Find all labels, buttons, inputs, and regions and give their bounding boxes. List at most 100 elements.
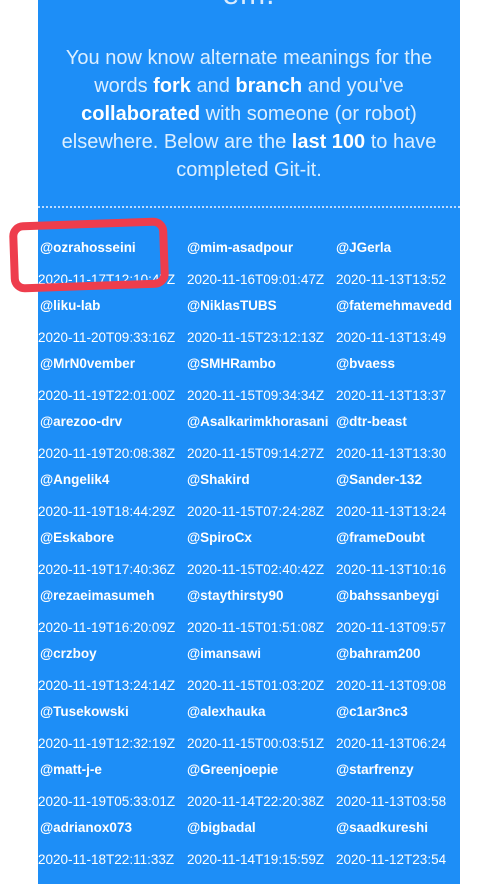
completer-entry: @bigbadal 2020-11-14T19:15:59Z xyxy=(187,817,347,875)
completer-entry: @staythirsty90 2020-11-15T01:51:08Z xyxy=(187,585,347,643)
completer-username-link[interactable]: @Angelik4 xyxy=(38,470,198,490)
completer-username-link[interactable]: @Eskabore xyxy=(38,528,198,548)
completer-entry: @saadkureshi 2020-11-12T23:54 xyxy=(336,817,460,875)
completers-row: @crzboy 2020-11-19T13:24:14Z @imansawi 2020… xyxy=(38,643,460,701)
completer-entry: @fatemehmavedd 2020-11-13T13:49 xyxy=(336,295,460,353)
completer-timestamp: 2020-11-15T01:51:08Z xyxy=(187,620,325,635)
completer-username-link[interactable]: @dtr-beast xyxy=(336,412,460,432)
completer-timestamp: 2020-11-19T13:24:14Z xyxy=(38,678,176,693)
intro-paragraph: You now know alternate meanings for the … xyxy=(44,44,454,184)
intro-bold-last-100: last 100 xyxy=(291,131,366,153)
completer-timestamp: 2020-11-12T23:54 xyxy=(336,852,447,867)
completer-entry: @starfrenzy 2020-11-13T03:58 xyxy=(336,759,460,817)
completer-username-link[interactable]: @staythirsty90 xyxy=(187,586,347,606)
completer-timestamp: 2020-11-13T03:58 xyxy=(336,794,447,809)
completer-timestamp: 2020-11-15T07:24:28Z xyxy=(187,504,325,519)
completer-timestamp: 2020-11-14T19:15:59Z xyxy=(187,852,325,867)
completer-username-link[interactable]: @bahssanbeygi xyxy=(336,586,460,606)
completers-row: @ozrahosseini 2020-11-17T12:10:47Z @mim-as… xyxy=(38,237,460,295)
completer-username-link[interactable]: @Tusekowski xyxy=(38,702,198,722)
completer-timestamp: 2020-11-15T00:03:51Z xyxy=(187,736,325,751)
completer-timestamp: 2020-11-13T10:16 xyxy=(336,562,447,577)
completer-username-link[interactable]: @saadkureshi xyxy=(336,818,460,838)
completer-username-link[interactable]: @bvaess xyxy=(336,354,460,374)
completer-timestamp: 2020-11-14T22:20:38Z xyxy=(187,794,325,809)
completer-username-link[interactable]: @JGerla xyxy=(336,238,460,258)
completers-grid: @ozrahosseini 2020-11-17T12:10:47Z @mim-as… xyxy=(38,237,460,875)
completer-username-link[interactable]: @c1ar3nc3 xyxy=(336,702,460,722)
completer-username-link[interactable]: @MrN0vember xyxy=(38,354,198,374)
completer-timestamp: 2020-11-19T12:32:19Z xyxy=(38,736,176,751)
completer-timestamp: 2020-11-15T23:12:13Z xyxy=(187,330,325,345)
completer-username-link[interactable]: @crzboy xyxy=(38,644,198,664)
completer-username-link[interactable]: @Asalkarimkhorasani xyxy=(187,412,347,432)
intro-bold-collaborated: collaborated xyxy=(81,103,201,125)
completer-username-link[interactable]: @Sander-132 xyxy=(336,470,460,490)
completer-username-link[interactable]: @adrianox073 xyxy=(38,818,198,838)
completer-username-link[interactable]: @imansawi xyxy=(187,644,347,664)
completer-username-link[interactable]: @SpiroCx xyxy=(187,528,347,548)
completer-entry: @Eskabore 2020-11-19T17:40:36Z xyxy=(38,527,198,585)
completer-entry: @bahssanbeygi 2020-11-13T09:57 xyxy=(336,585,460,643)
completer-timestamp: 2020-11-13T13:49 xyxy=(336,330,447,345)
completer-username-link[interactable]: @Greenjoepie xyxy=(187,760,347,780)
completer-timestamp: 2020-11-19T05:33:01Z xyxy=(38,794,176,809)
completer-timestamp: 2020-11-15T09:34:34Z xyxy=(187,388,325,403)
completers-row: @adrianox073 2020-11-18T22:11:33Z @bigbada… xyxy=(38,817,460,875)
intro-bold-branch: branch xyxy=(235,75,303,97)
completer-entry: @bvaess 2020-11-13T13:37 xyxy=(336,353,460,411)
completer-username-link[interactable]: @starfrenzy xyxy=(336,760,460,780)
completer-entry: @JGerla 2020-11-13T13:52 xyxy=(336,237,460,295)
completers-row: @matt-j-e 2020-11-19T05:33:01Z @Greenjoepi… xyxy=(38,759,460,817)
completer-username-link[interactable]: @arezoo-drv xyxy=(38,412,198,432)
completer-entry: @Shakird 2020-11-15T07:24:28Z xyxy=(187,469,347,527)
completer-entry: @SpiroCx 2020-11-15T02:40:42Z xyxy=(187,527,347,585)
completer-timestamp: 2020-11-16T09:01:47Z xyxy=(187,272,325,287)
completer-username-link[interactable]: @frameDoubt xyxy=(336,528,460,548)
intro-text: and you've xyxy=(302,75,404,97)
completer-entry: @liku-lab 2020-11-20T09:33:16Z xyxy=(38,295,198,353)
completer-entry: @Tusekowski 2020-11-19T12:32:19Z xyxy=(38,701,198,759)
completers-row: @Tusekowski 2020-11-19T12:32:19Z @alexhauk… xyxy=(38,701,460,759)
completer-entry: @bahram200 2020-11-13T09:08 xyxy=(336,643,460,701)
completer-username-link[interactable]: @bigbadal xyxy=(187,818,347,838)
completer-entry: @alexhauka 2020-11-15T00:03:51Z xyxy=(187,701,347,759)
completer-username-link[interactable]: @Shakird xyxy=(187,470,347,490)
completer-entry: @NiklasTUBS 2020-11-15T23:12:13Z xyxy=(187,295,347,353)
completer-entry: @crzboy 2020-11-19T13:24:14Z xyxy=(38,643,198,701)
completer-entry: @rezaeimasumeh 2020-11-19T16:20:09Z xyxy=(38,585,198,643)
completer-timestamp: 2020-11-19T22:01:00Z xyxy=(38,388,176,403)
completer-timestamp: 2020-11-13T13:24 xyxy=(336,504,447,519)
completer-entry: @frameDoubt 2020-11-13T10:16 xyxy=(336,527,460,585)
completer-timestamp: 2020-11-15T09:14:27Z xyxy=(187,446,325,461)
completer-timestamp: 2020-11-13T13:52 xyxy=(336,272,447,287)
completer-username-link[interactable]: @NiklasTUBS xyxy=(187,296,347,316)
completer-timestamp: 2020-11-13T06:24 xyxy=(336,736,447,751)
completer-username-link[interactable]: @fatemehmavedd xyxy=(336,296,460,316)
completer-entry: @Asalkarimkhorasani 2020-11-15T09:14:27Z xyxy=(187,411,347,469)
completer-username-link[interactable]: @rezaeimasumeh xyxy=(38,586,198,606)
completer-username-link[interactable]: @ozrahosseini xyxy=(38,238,198,258)
completer-entry: @imansawi 2020-11-15T01:03:20Z xyxy=(187,643,347,701)
completer-username-link[interactable]: @mim-asadpour xyxy=(187,238,347,258)
dotted-divider xyxy=(38,206,460,208)
completers-row: @Eskabore 2020-11-19T17:40:36Z @SpiroCx 202… xyxy=(38,527,460,585)
intro-bold-fork: fork xyxy=(153,75,191,97)
completer-username-link[interactable]: @bahram200 xyxy=(336,644,460,664)
completer-timestamp: 2020-11-15T01:03:20Z xyxy=(187,678,325,693)
completer-username-link[interactable]: @matt-j-e xyxy=(38,760,198,780)
completer-entry: @matt-j-e 2020-11-19T05:33:01Z xyxy=(38,759,198,817)
completers-row: @arezoo-drv 2020-11-19T20:08:38Z @Asalkari… xyxy=(38,411,460,469)
completer-timestamp: 2020-11-19T17:40:36Z xyxy=(38,562,176,577)
completers-row: @rezaeimasumeh 2020-11-19T16:20:09Z @stayt… xyxy=(38,585,460,643)
completers-panel: em. You now know alternate meanings for … xyxy=(38,0,460,884)
heading-fragment: em. xyxy=(38,0,460,12)
screenshot-stage: em. You now know alternate meanings for … xyxy=(0,0,498,884)
completer-username-link[interactable]: @liku-lab xyxy=(38,296,198,316)
completer-timestamp: 2020-11-13T09:08 xyxy=(336,678,447,693)
intro-text: and xyxy=(190,75,236,97)
completer-username-link[interactable]: @SMHRambo xyxy=(187,354,347,374)
completer-entry: @mim-asadpour 2020-11-16T09:01:47Z xyxy=(187,237,347,295)
completer-timestamp: 2020-11-13T13:30 xyxy=(336,446,447,461)
completer-username-link[interactable]: @alexhauka xyxy=(187,702,347,722)
